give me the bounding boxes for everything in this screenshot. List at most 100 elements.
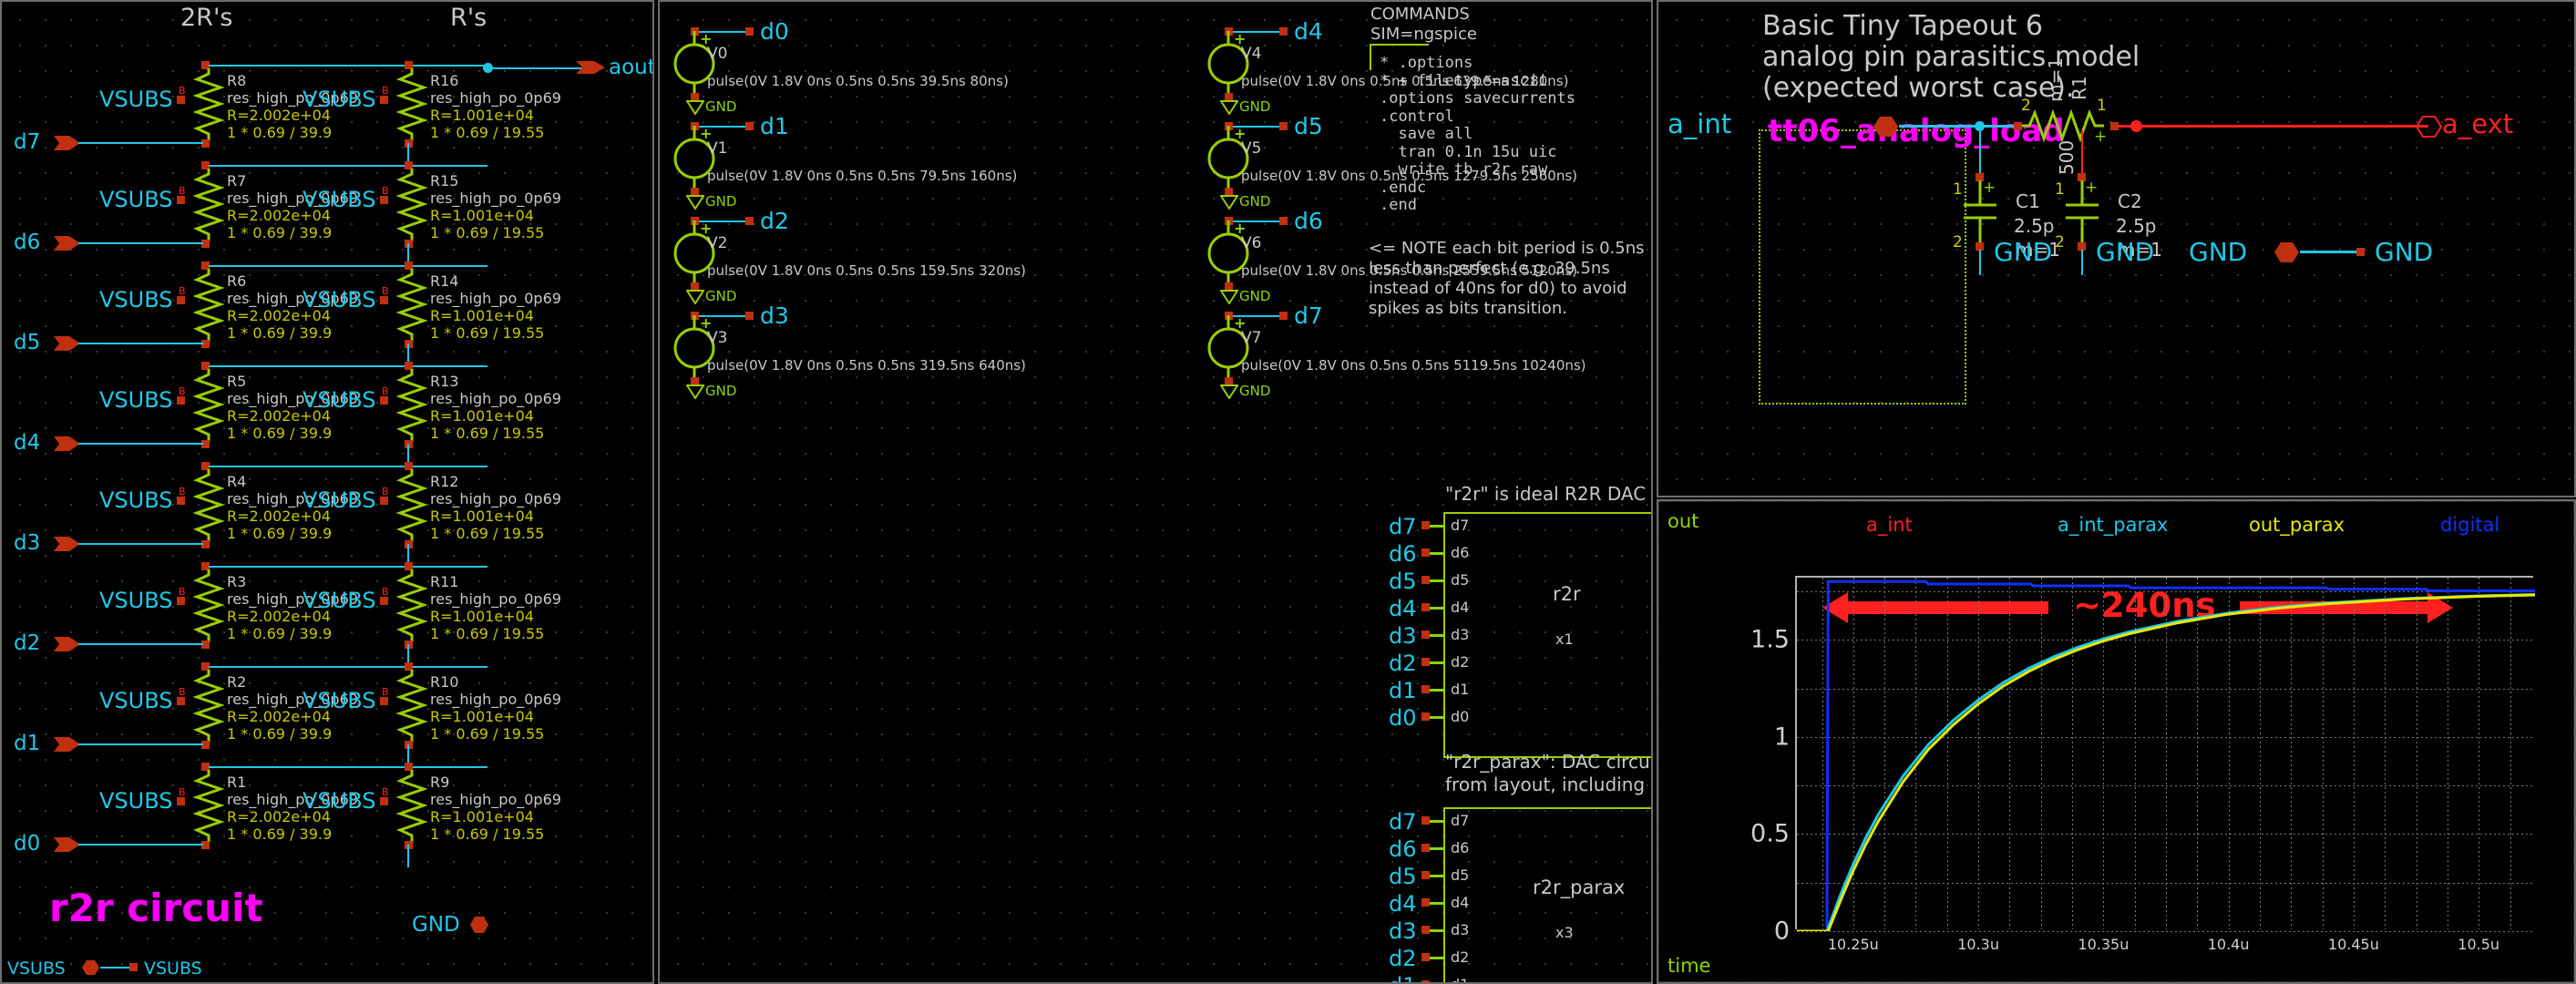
pin-2r-body [177, 597, 185, 605]
gnd-port-icon[interactable] [469, 915, 489, 935]
label-input-d2: d2 [1389, 651, 1417, 676]
bit-port-arrow[interactable] [54, 734, 81, 754]
label-vsubs-r: VSUBS [303, 588, 376, 613]
a-int-port-icon[interactable] [1873, 115, 1899, 138]
plot-gridline-h [1797, 931, 2533, 932]
vsubs-port-icon[interactable] [82, 958, 100, 977]
bit-port-arrow[interactable] [54, 133, 81, 153]
resistor-r-symbol[interactable] [395, 770, 428, 846]
geom-2r: 1 * 0.69 / 39.9 [227, 625, 333, 642]
r1-value-label: 500 [2056, 139, 2078, 175]
model-r: res_high_po_0p69 [430, 89, 561, 107]
value-r: R=1.001e+04 [430, 507, 534, 525]
gnd-symbol-icon[interactable] [686, 384, 704, 399]
resistor-2r-symbol[interactable] [192, 169, 225, 245]
plot-ylabel: out [1668, 510, 1699, 532]
load-symbol-title: tt06_analog_load [1768, 113, 2065, 149]
resistor-r-symbol[interactable] [395, 469, 428, 546]
c1-value-label: 2.5p [2014, 215, 2055, 237]
label-src-net-d0: d0 [760, 18, 789, 45]
resistor-r-symbol[interactable] [395, 169, 428, 245]
resistor-r-symbol[interactable] [395, 369, 428, 446]
bit-port-arrow[interactable] [54, 835, 81, 855]
column-header-r: R's [450, 4, 487, 32]
r2r-schematic-panel[interactable]: 2R's R's aout r2r circuit GND VSUBS VSUB… [0, 0, 654, 984]
resistor-2r-symbol[interactable] [192, 670, 225, 746]
plot-ytick-label: 1 [1773, 723, 1790, 752]
pin-label-d2: d2 [1451, 653, 1470, 671]
block-a-symbol[interactable] [1443, 512, 1651, 758]
legend-item-digital[interactable]: digital [2440, 514, 2499, 536]
a-ext-port-icon[interactable] [2417, 115, 2442, 138]
geom-r: 1 * 0.69 / 19.55 [430, 324, 545, 342]
resistor-r-symbol[interactable] [395, 569, 428, 646]
legend-vsubs-pin-label: VSUBS [7, 958, 66, 979]
gnd-symbol-icon[interactable] [1220, 290, 1238, 304]
pin-label-d4: d4 [1451, 894, 1470, 911]
pin-input-d1 [1421, 685, 1430, 693]
aout-port-arrow[interactable] [576, 57, 607, 77]
resistor-r-symbol[interactable] [395, 670, 428, 746]
pin-2r-body [177, 196, 185, 204]
wire-bit-to-2r [78, 643, 203, 645]
bit-port-arrow[interactable] [54, 434, 81, 454]
label-src-net-d4: d4 [1294, 18, 1323, 45]
spec-src: pulse(0V 1.8V 0ns 0.5ns 0.5ns 39.5ns 80n… [707, 73, 1009, 89]
pin-input-d3 [1421, 630, 1430, 639]
analog-load-model-panel[interactable]: Basic Tiny Tapeout 6 analog pin parasiti… [1657, 0, 2576, 497]
spec-src: pulse(0V 1.8V 0ns 0.5ns 0.5ns 5119.5ns 1… [1241, 357, 1586, 374]
waveform-plot-panel[interactable]: out time outa_inta_int_paraxout_paraxdig… [1657, 499, 2576, 984]
pin-r-body [380, 597, 388, 605]
legend-item-a_int[interactable]: a_int [1866, 514, 1913, 536]
label-src-gnd: GND [705, 383, 737, 399]
pin-label-d5: d5 [1451, 866, 1470, 884]
wire-bit-to-2r [78, 844, 203, 846]
bit-port-arrow[interactable] [54, 634, 81, 654]
resistor-2r-symbol[interactable] [192, 770, 225, 846]
wire-r-to-gnd [407, 845, 409, 867]
wire-bit-to-2r [78, 142, 203, 144]
wire-bit-to-2r [78, 543, 203, 545]
resistor-2r-symbol[interactable] [192, 68, 225, 145]
legend-item-a_int_parax[interactable]: a_int_parax [2058, 514, 2168, 536]
geom-2r: 1 * 0.69 / 39.9 [227, 725, 333, 743]
geom-2r: 1 * 0.69 / 39.9 [227, 124, 333, 141]
label-src-net-d1: d1 [760, 113, 789, 139]
geom-r: 1 * 0.69 / 19.55 [430, 625, 545, 642]
gnd-port-icon-right[interactable] [2274, 241, 2300, 264]
label-vsubs-r: VSUBS [303, 387, 376, 413]
resistor-2r-symbol[interactable] [192, 469, 225, 546]
resistor-r-symbol[interactable] [395, 269, 428, 345]
wire-2r-top [209, 466, 487, 467]
plot-area[interactable]: 0 0.5 1 1.5 10.25u 10.3u 10.35u 10.4u 10.45u 10.… [1750, 576, 2535, 953]
bit-port-arrow[interactable] [54, 233, 81, 253]
r1-ref-label: R1 [2068, 76, 2090, 100]
gnd-symbol-icon[interactable] [1220, 100, 1238, 115]
pin-r1-left [2014, 122, 2022, 130]
label-a-int-port: a_int [1668, 108, 1732, 139]
resistor-2r-symbol[interactable] [192, 569, 225, 646]
gnd-symbol-icon[interactable] [686, 195, 704, 210]
label-input-d0: d0 [1389, 705, 1417, 731]
pin-src-net [1279, 27, 1288, 36]
label-aout: aout [609, 56, 654, 79]
label-input-d7: d7 [1389, 809, 1417, 835]
pin-label-d0: d0 [1451, 708, 1470, 725]
resistor-2r-symbol[interactable] [192, 269, 225, 345]
pin-label-d2: d2 [1451, 948, 1470, 966]
value-r: R=1.001e+04 [430, 407, 534, 425]
ref-r: R15 [430, 172, 459, 190]
resistor-2r-symbol[interactable] [192, 369, 225, 446]
gnd-symbol-icon[interactable] [1220, 384, 1238, 399]
gnd-symbol-icon[interactable] [1220, 195, 1238, 210]
bit-port-arrow[interactable] [54, 333, 81, 354]
pin-input-d2 [1421, 953, 1430, 961]
value-r: R=1.001e+04 [430, 307, 534, 324]
gnd-symbol-icon[interactable] [686, 290, 704, 304]
testbench-schematic-panel[interactable]: d0 + V0 pulse(0V 1.8V 0ns 0.5ns 0.5ns 39.5n… [658, 0, 1653, 984]
label-input-d4: d4 [1389, 891, 1417, 917]
resistor-r-symbol[interactable] [395, 68, 428, 145]
gnd-symbol-icon[interactable] [686, 100, 704, 115]
bit-port-arrow[interactable] [54, 534, 81, 554]
legend-item-out_parax[interactable]: out_parax [2249, 514, 2345, 536]
